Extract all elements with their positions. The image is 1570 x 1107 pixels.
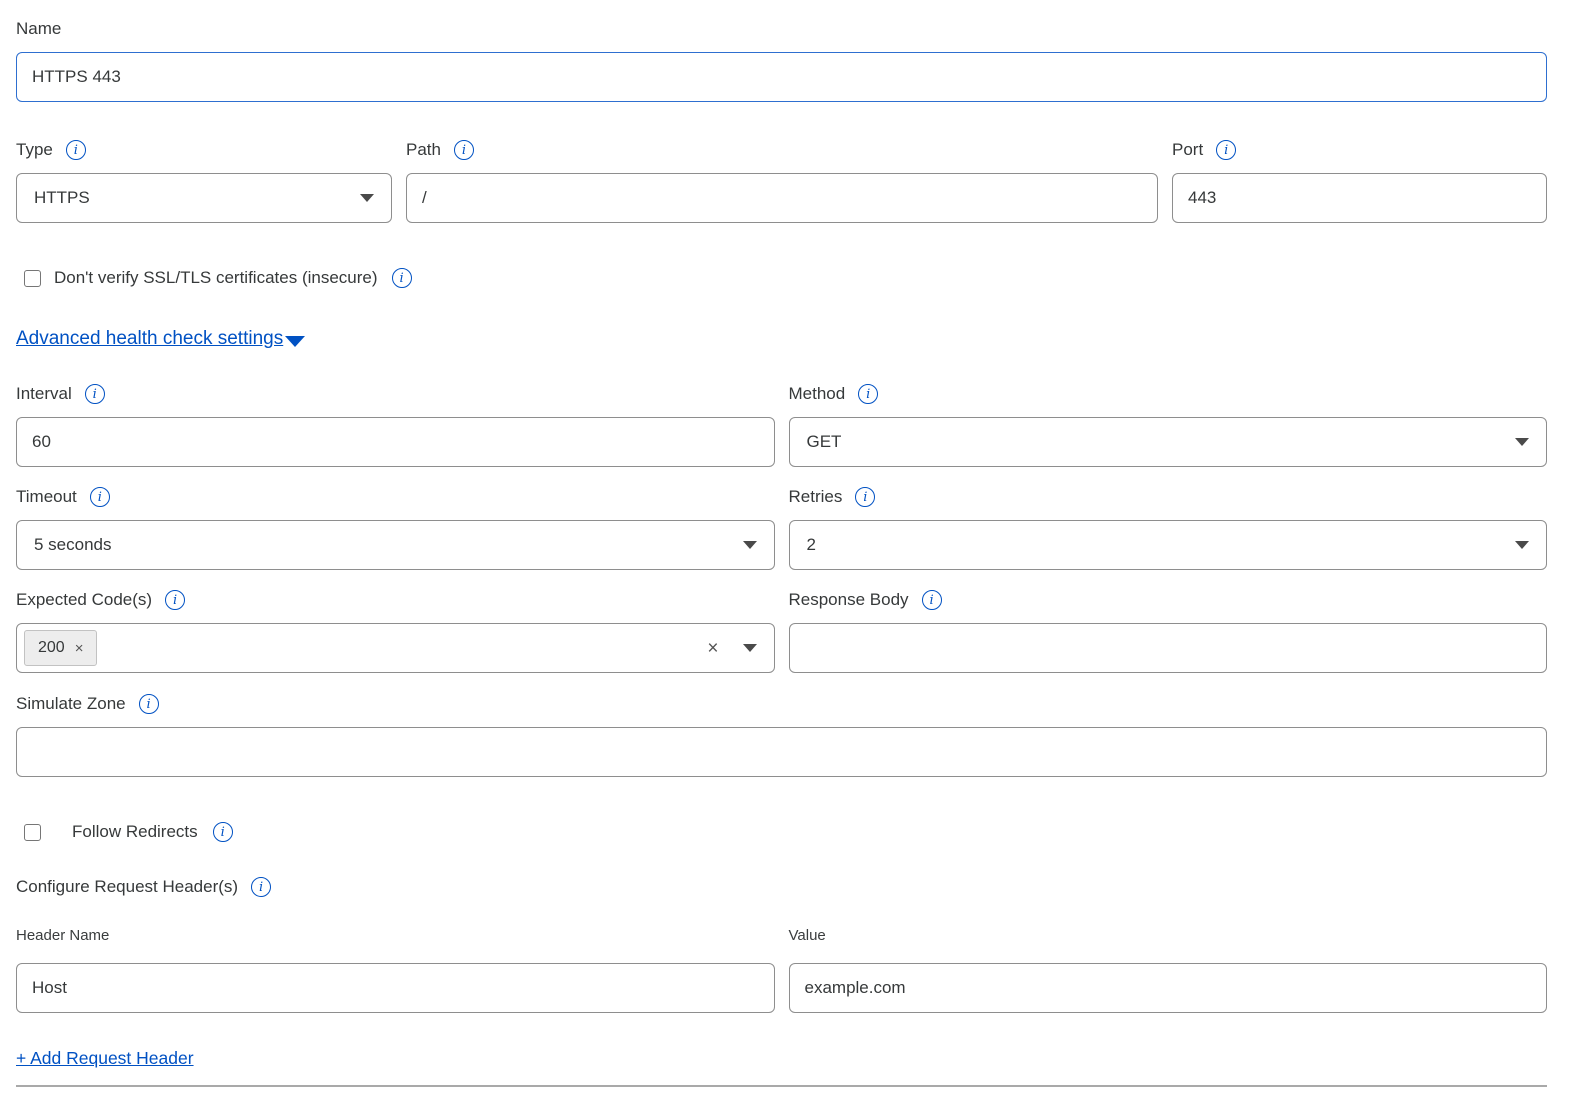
header-name-input[interactable]: [16, 963, 775, 1013]
chevron-down-icon: [743, 644, 757, 652]
follow-redirects-label: Follow Redirects: [72, 821, 198, 843]
follow-redirects-info-icon[interactable]: i: [213, 822, 233, 842]
simulate-zone-label: Simulate Zone: [16, 693, 126, 715]
retries-label: Retries: [789, 486, 843, 508]
retries-select[interactable]: 2: [789, 520, 1548, 570]
type-select[interactable]: HTTPS: [16, 173, 392, 223]
follow-redirects-row: Follow Redirects i: [16, 821, 1547, 843]
request-header-row: Header Name Value: [16, 926, 1547, 1013]
follow-redirects-checkbox[interactable]: [24, 824, 41, 841]
header-value-field: Value: [789, 926, 1548, 1013]
path-input[interactable]: [406, 173, 1158, 223]
header-name-label: Header Name: [16, 926, 109, 946]
type-select-value: HTTPS: [34, 188, 90, 208]
timeout-info-icon[interactable]: i: [90, 487, 110, 507]
configure-headers-label: Configure Request Header(s): [16, 876, 238, 898]
port-label: Port: [1172, 139, 1203, 161]
chevron-down-icon: [743, 541, 757, 549]
interval-field: Interval i: [16, 383, 775, 467]
advanced-settings-row: Advanced health check settings: [16, 328, 1547, 350]
interval-label: Interval: [16, 383, 72, 405]
verify-ssl-info-icon[interactable]: i: [392, 268, 412, 288]
path-label: Path: [406, 139, 441, 161]
interval-info-icon[interactable]: i: [85, 384, 105, 404]
method-select[interactable]: GET: [789, 417, 1548, 467]
response-body-input[interactable]: [789, 623, 1548, 673]
expected-codes-field: Expected Code(s) i 200 × ×: [16, 589, 775, 673]
collapse-triangle-icon[interactable]: [285, 336, 305, 347]
method-field: Method i GET: [789, 383, 1548, 467]
verify-ssl-row: Don't verify SSL/TLS certificates (insec…: [16, 267, 1547, 289]
configure-headers-info-icon[interactable]: i: [251, 877, 271, 897]
verify-ssl-label: Don't verify SSL/TLS certificates (insec…: [54, 267, 378, 289]
port-info-icon[interactable]: i: [1216, 140, 1236, 160]
simulate-zone-info-icon[interactable]: i: [139, 694, 159, 714]
port-input[interactable]: [1172, 173, 1547, 223]
request-headers-section: Configure Request Header(s) i: [16, 876, 1547, 898]
timeout-select[interactable]: 5 seconds: [16, 520, 775, 570]
method-info-icon[interactable]: i: [858, 384, 878, 404]
retries-select-value: 2: [807, 535, 816, 555]
section-divider: [16, 1085, 1547, 1087]
chevron-down-icon: [360, 194, 374, 202]
expected-code-tag: 200 ×: [24, 630, 97, 666]
simulate-zone-field: Simulate Zone i: [16, 693, 1547, 777]
interval-input[interactable]: [16, 417, 775, 467]
header-name-field: Header Name: [16, 926, 775, 1013]
timeout-field: Timeout i 5 seconds: [16, 486, 775, 570]
expected-codes-info-icon[interactable]: i: [165, 590, 185, 610]
header-value-label: Value: [789, 926, 826, 946]
response-body-label: Response Body: [789, 589, 909, 611]
advanced-settings-link[interactable]: Advanced health check settings: [16, 328, 283, 350]
verify-ssl-checkbox[interactable]: [24, 270, 41, 287]
expected-codes-select[interactable]: 200 × ×: [16, 623, 775, 673]
add-request-header-link[interactable]: + Add Request Header: [16, 1048, 194, 1069]
retries-info-icon[interactable]: i: [855, 487, 875, 507]
chevron-down-icon: [1515, 541, 1529, 549]
health-check-form: Name Type i HTTPS Path i Port i: [0, 0, 1570, 1087]
retries-field: Retries i 2: [789, 486, 1548, 570]
remove-tag-icon[interactable]: ×: [75, 641, 84, 656]
method-select-value: GET: [807, 432, 842, 452]
response-body-info-icon[interactable]: i: [922, 590, 942, 610]
name-input[interactable]: [16, 52, 1547, 102]
header-value-input[interactable]: [789, 963, 1548, 1013]
method-label: Method: [789, 383, 846, 405]
response-body-field: Response Body i: [789, 589, 1548, 673]
type-field: Type i HTTPS: [16, 139, 392, 223]
type-label: Type: [16, 139, 53, 161]
clear-icon[interactable]: ×: [707, 639, 718, 658]
port-field: Port i: [1172, 139, 1547, 223]
simulate-zone-input[interactable]: [16, 727, 1547, 777]
chevron-down-icon: [1515, 438, 1529, 446]
name-field: Name: [16, 18, 1547, 102]
path-field: Path i: [406, 139, 1158, 223]
expected-codes-label: Expected Code(s): [16, 589, 152, 611]
path-info-icon[interactable]: i: [454, 140, 474, 160]
name-label: Name: [16, 18, 61, 40]
timeout-label: Timeout: [16, 486, 77, 508]
expected-code-tag-value: 200: [38, 639, 65, 657]
timeout-select-value: 5 seconds: [34, 535, 112, 555]
type-info-icon[interactable]: i: [66, 140, 86, 160]
